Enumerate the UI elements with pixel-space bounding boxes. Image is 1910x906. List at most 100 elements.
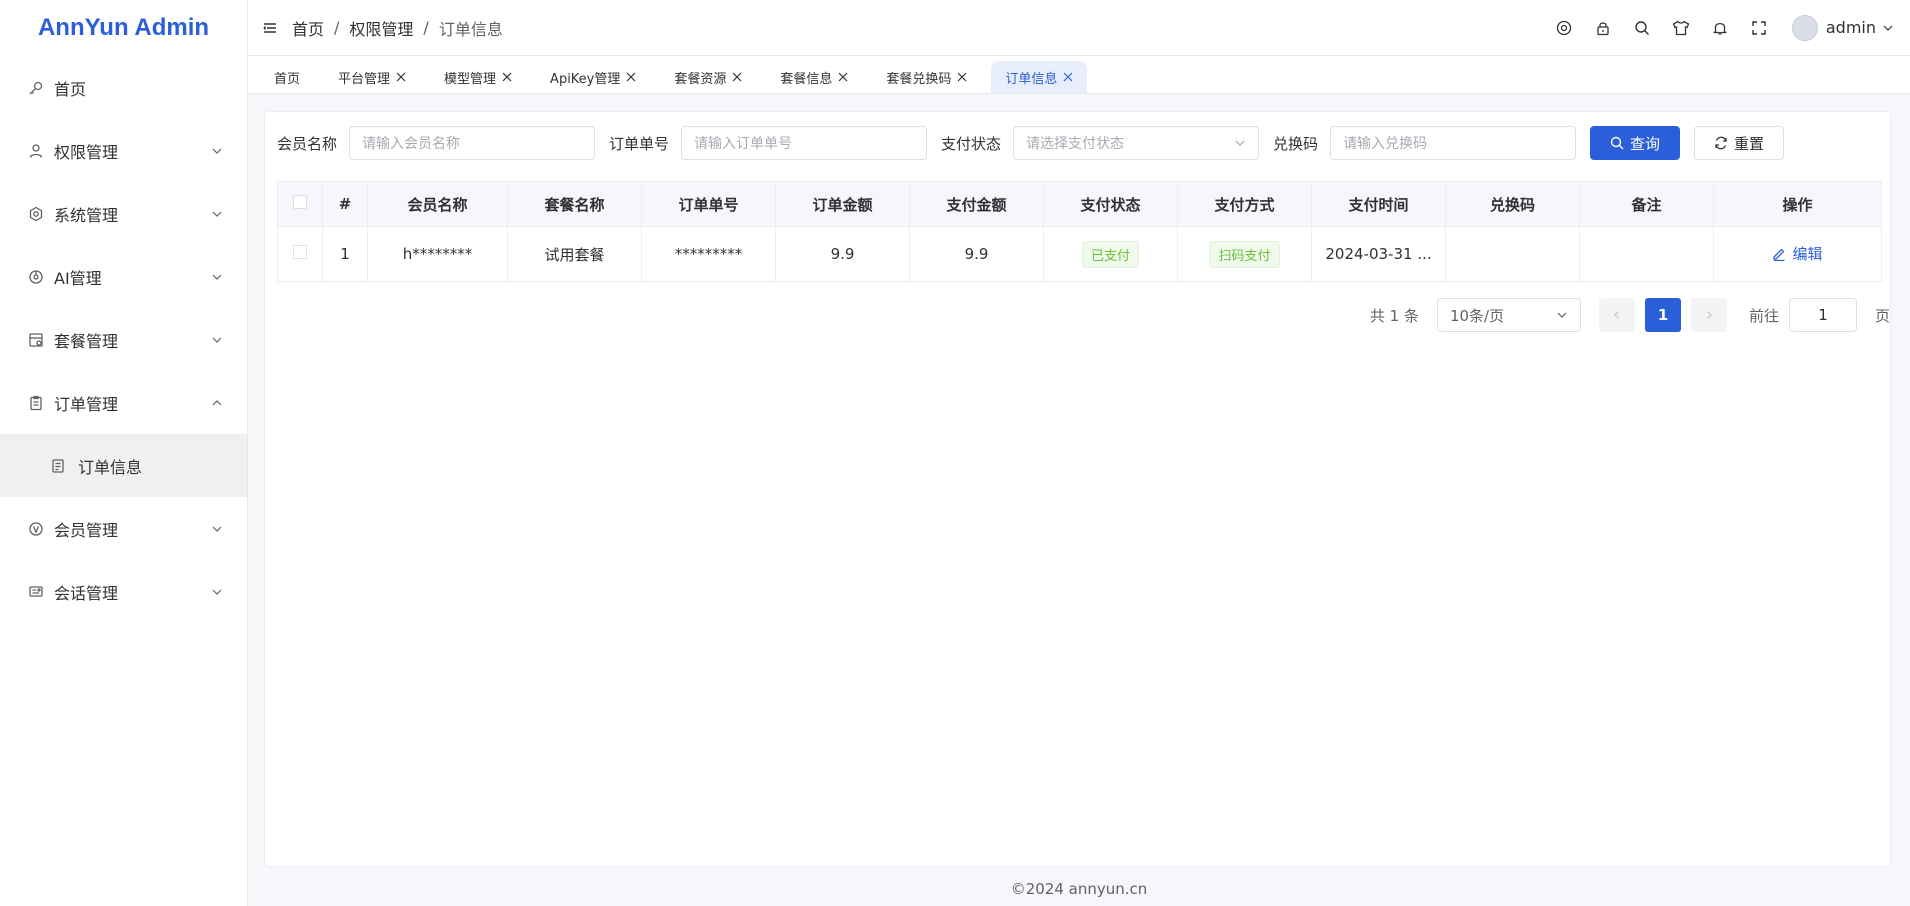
chevron-up-icon xyxy=(212,399,222,405)
tab-label: 订单信息 xyxy=(1005,71,1058,87)
search-button[interactable]: 查询 xyxy=(1590,126,1681,160)
method-badge: 扫码支付 xyxy=(1209,240,1280,268)
order-no-input[interactable]: 请输入订单单号 xyxy=(681,126,928,160)
tab-label: 模型管理 xyxy=(444,71,497,87)
theme-icon[interactable] xyxy=(1555,19,1573,37)
breadcrumb: 首页 / 权限管理 / 订单信息 xyxy=(292,16,503,40)
column-header: 订单单号 xyxy=(641,181,776,227)
footer-copyright: ©2024 annyun.cn xyxy=(1010,880,1148,898)
reset-button-label: 重置 xyxy=(1734,134,1765,153)
cell-member: h******** xyxy=(367,226,508,282)
cell-package: 试用套餐 xyxy=(507,226,642,282)
settings-icon xyxy=(28,206,44,222)
filter-form: 会员名称 请输入会员名称 订单单号 请输入订单单号 支付状态 请选择支付状态 兑… xyxy=(277,126,1785,160)
tab-platform[interactable]: 平台管理 xyxy=(324,61,420,93)
sidebar-item-orders[interactable]: 订单管理 xyxy=(0,371,247,434)
vip-icon xyxy=(28,521,44,537)
breadcrumb-home[interactable]: 首页 xyxy=(292,16,324,40)
order-no-label: 订单单号 xyxy=(609,134,670,153)
app-logo[interactable]: AnnYun Admin xyxy=(0,0,247,56)
sidebar-item-ai[interactable]: AI管理 xyxy=(0,245,247,308)
sidebar-item-label: 首页 xyxy=(54,79,87,99)
avatar[interactable] xyxy=(1791,14,1818,41)
column-header: 操作 xyxy=(1713,181,1882,227)
sidebar-subitem-order-info[interactable]: 订单信息 xyxy=(0,434,247,497)
close-icon[interactable] xyxy=(626,72,636,82)
close-icon[interactable] xyxy=(838,72,848,82)
lock-icon[interactable] xyxy=(1594,19,1612,37)
next-page-button[interactable] xyxy=(1690,298,1727,332)
close-icon[interactable] xyxy=(1063,72,1073,82)
sidebar-item-packages[interactable]: 套餐管理 xyxy=(0,308,247,371)
bell-icon[interactable] xyxy=(1711,19,1729,37)
sidebar-item-members[interactable]: 会员管理 xyxy=(0,497,247,560)
sidebar-item-home[interactable]: 首页 xyxy=(0,56,247,119)
row-checkbox[interactable] xyxy=(293,245,307,259)
column-header: 支付状态 xyxy=(1043,181,1178,227)
username[interactable]: admin xyxy=(1826,18,1876,37)
goto-label: 前往 xyxy=(1748,306,1779,325)
package-icon xyxy=(28,332,44,348)
edit-button[interactable]: 编辑 xyxy=(1772,243,1823,264)
select-cell xyxy=(277,226,323,282)
breadcrumb-permissions[interactable]: 权限管理 xyxy=(349,16,413,40)
tab-label: 平台管理 xyxy=(338,71,391,87)
tab-redeem-codes[interactable]: 套餐兑换码 xyxy=(872,61,981,93)
prev-page-button[interactable] xyxy=(1598,298,1635,332)
clipboard-icon xyxy=(28,395,44,411)
search-button-label: 查询 xyxy=(1630,134,1661,153)
tab-home[interactable]: 首页 xyxy=(260,61,314,93)
pay-status-select[interactable]: 请选择支付状态 xyxy=(1013,126,1260,160)
sidebar-item-label: 会话管理 xyxy=(54,583,119,603)
tab-order-info[interactable]: 订单信息 xyxy=(991,61,1088,93)
pagination: 共 1 条 10条/页 1 前往 1 页 xyxy=(1370,298,1890,332)
orders-table: # 会员名称 套餐名称 订单单号 订单金额 支付金额 支付状态 支付方式 支付时… xyxy=(277,181,1882,282)
tab-label: ApiKey管理 xyxy=(550,71,621,87)
pagination-total: 共 1 条 xyxy=(1369,306,1419,325)
tabs-bar: 首页 平台管理 模型管理 ApiKey管理 套餐资源 套餐信息 套餐兑换码 订单… xyxy=(248,56,1910,94)
cell-pay-amount: 9.9 xyxy=(909,226,1044,282)
tab-package-resources[interactable]: 套餐资源 xyxy=(660,61,756,93)
sidebar-item-sessions[interactable]: 会话管理 xyxy=(0,560,247,623)
sidebar-item-label: 套餐管理 xyxy=(54,331,119,351)
sidebar-item-label: 会员管理 xyxy=(54,520,119,540)
chevron-down-icon xyxy=(212,589,222,595)
close-icon[interactable] xyxy=(396,72,406,82)
reset-button[interactable]: 重置 xyxy=(1694,126,1785,160)
edit-icon xyxy=(1773,248,1785,261)
menu-toggle-icon[interactable] xyxy=(262,20,278,36)
sidebar-item-permissions[interactable]: 权限管理 xyxy=(0,119,247,182)
placeholder: 请选择支付状态 xyxy=(1026,136,1125,152)
tab-label: 套餐信息 xyxy=(780,71,833,87)
column-header: 支付方式 xyxy=(1177,181,1312,227)
column-header: 会员名称 xyxy=(367,181,508,227)
tab-package-info[interactable]: 套餐信息 xyxy=(766,61,862,93)
top-header: 首页 / 权限管理 / 订单信息 admin xyxy=(248,0,1910,56)
page-size-select[interactable]: 10条/页 xyxy=(1436,298,1581,332)
skin-icon[interactable] xyxy=(1672,19,1690,37)
cell-order-no: ********* xyxy=(641,226,776,282)
chevron-down-icon[interactable] xyxy=(1882,22,1894,34)
goto-page-input[interactable]: 1 xyxy=(1788,298,1857,332)
column-header: 支付时间 xyxy=(1311,181,1446,227)
ai-icon xyxy=(28,269,44,285)
table-header-row: # 会员名称 套餐名称 订单单号 订单金额 支付金额 支付状态 支付方式 支付时… xyxy=(277,181,1882,227)
member-name-input[interactable]: 请输入会员名称 xyxy=(349,126,596,160)
close-icon[interactable] xyxy=(502,72,512,82)
tab-apikey[interactable]: ApiKey管理 xyxy=(536,61,650,93)
select-all-checkbox[interactable] xyxy=(293,195,307,209)
column-header: 套餐名称 xyxy=(507,181,642,227)
fullscreen-icon[interactable] xyxy=(1750,19,1768,37)
close-icon[interactable] xyxy=(957,72,967,82)
redeem-code-input[interactable]: 请输入兑换码 xyxy=(1330,126,1577,160)
sidebar-item-system[interactable]: 系统管理 xyxy=(0,182,247,245)
key-icon xyxy=(28,80,44,96)
goto-page-value: 1 xyxy=(1818,306,1828,324)
column-header: 订单金额 xyxy=(775,181,910,227)
cell-remark xyxy=(1579,226,1714,282)
placeholder: 请输入会员名称 xyxy=(362,136,461,152)
tab-models[interactable]: 模型管理 xyxy=(430,61,526,93)
search-icon[interactable] xyxy=(1633,19,1651,37)
page-number-current[interactable]: 1 xyxy=(1644,298,1681,332)
close-icon[interactable] xyxy=(732,72,742,82)
